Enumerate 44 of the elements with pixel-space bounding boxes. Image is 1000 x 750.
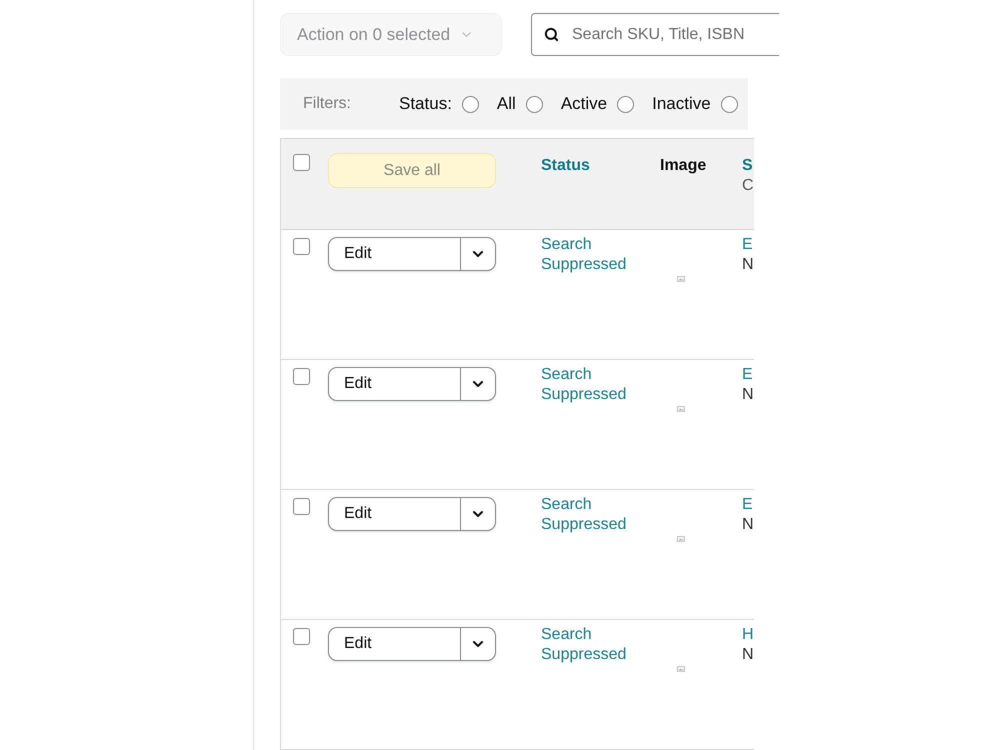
table-cell-text: N: [742, 515, 754, 535]
radio-button[interactable]: [526, 96, 543, 112]
checkbox[interactable]: [293, 238, 310, 255]
column-header[interactable]: S: [742, 153, 753, 176]
search-field[interactable]: Search SKU, Title, ISBN: [531, 13, 779, 56]
split-button[interactable]: Edit: [328, 237, 496, 271]
table-cell-link[interactable]: E: [742, 495, 753, 515]
filter-group-label: Status:: [399, 94, 452, 114]
table-cell-text: N: [742, 255, 754, 275]
search-icon: [544, 27, 559, 42]
table-cell-link[interactable]: H: [742, 625, 754, 645]
edit-button[interactable]: Edit: [329, 238, 460, 270]
image-placeholder-icon: [677, 666, 685, 672]
status-link[interactable]: Search Suppressed: [541, 625, 641, 665]
checkbox[interactable]: [293, 498, 310, 515]
radio-label[interactable]: All: [496, 94, 516, 114]
split-button[interactable]: Edit: [328, 497, 496, 531]
edit-button[interactable]: Edit: [329, 628, 460, 660]
table-cell-text: N: [742, 385, 754, 405]
image-placeholder-icon: [677, 536, 685, 542]
table-cell-link[interactable]: E: [742, 235, 753, 255]
filters-label: Filters:: [303, 95, 351, 113]
edit-button[interactable]: Edit: [329, 498, 460, 530]
image-placeholder-icon: [677, 406, 685, 412]
split-button[interactable]: Edit: [328, 627, 496, 661]
table-cell-text: N: [742, 645, 754, 665]
status-link[interactable]: Search Suppressed: [541, 495, 641, 535]
column-header[interactable]: Status: [541, 153, 590, 176]
radio-button[interactable]: [617, 96, 634, 112]
image-placeholder-icon: [677, 276, 685, 282]
status-link[interactable]: Search Suppressed: [541, 365, 641, 405]
checkbox[interactable]: [293, 628, 310, 645]
column-subheader: C: [742, 176, 754, 196]
split-button[interactable]: Edit: [328, 367, 496, 401]
radio-button[interactable]: [462, 96, 479, 112]
edit-button[interactable]: Edit: [329, 368, 460, 400]
table-cell-link[interactable]: E: [742, 365, 753, 385]
radio-label[interactable]: Inactive: [652, 94, 711, 114]
checkbox[interactable]: [293, 368, 310, 385]
radio-label[interactable]: Active: [560, 94, 608, 114]
status-link[interactable]: Search Suppressed: [541, 235, 641, 275]
column-header: Image: [660, 156, 706, 176]
radio-button[interactable]: [720, 96, 738, 112]
checkbox[interactable]: [293, 154, 310, 171]
